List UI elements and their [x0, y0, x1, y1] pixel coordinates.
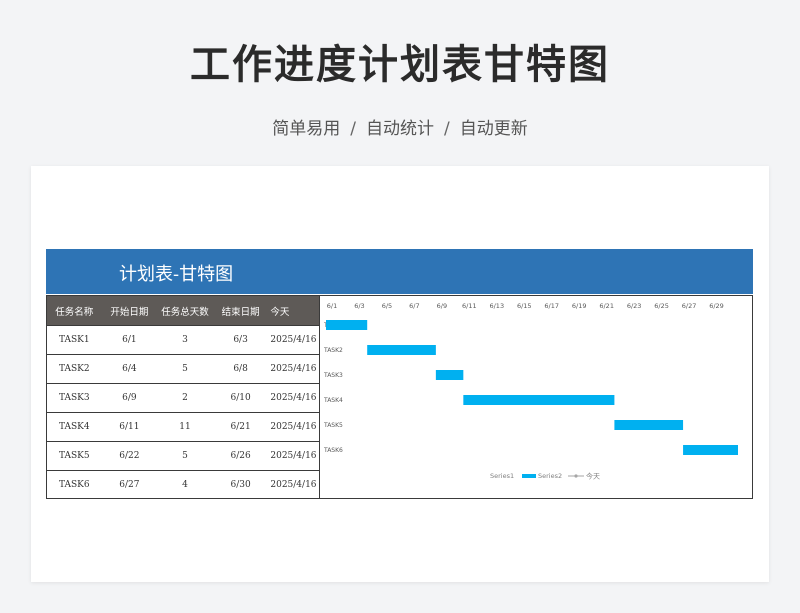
legend-label-series2: Series2 — [538, 472, 562, 480]
header-total-days: 任务总天数 — [161, 306, 209, 318]
cell-start-date: 6/4 — [122, 364, 137, 374]
y-category-label: TASK6 — [323, 447, 343, 454]
cell-task-name: TASK4 — [58, 422, 90, 432]
table-row: TASK4 6/11 11 6/21 2025/4/16 — [47, 412, 319, 441]
header-today: 今天 — [270, 306, 290, 318]
x-tick-label: 6/9 — [437, 302, 447, 310]
page-subtitle: 简单易用 / 自动统计 / 自动更新 — [0, 114, 800, 139]
header-task-name: 任务名称 — [55, 306, 94, 318]
legend-label-today: 今天 — [586, 472, 600, 481]
x-tick-label: 6/11 — [462, 302, 477, 310]
x-tick-label: 6/7 — [409, 302, 419, 310]
table-row: TASK3 6/9 2 6/10 2025/4/16 — [47, 383, 319, 412]
cell-total-days: 5 — [182, 364, 188, 374]
cell-task-name: TASK2 — [58, 364, 90, 374]
y-category-label: TASK3 — [323, 372, 343, 379]
cell-today: 2025/4/16 — [270, 335, 317, 345]
cell-end-date: 6/3 — [233, 335, 248, 345]
cell-total-days: 5 — [182, 451, 188, 461]
cell-end-date: 6/30 — [230, 480, 251, 490]
cell-start-date: 6/9 — [122, 393, 137, 403]
gantt-bar — [326, 320, 368, 330]
cell-end-date: 6/26 — [230, 451, 251, 461]
table-row: TASK2 6/4 5 6/8 2025/4/16 — [47, 354, 319, 383]
gantt-bar — [463, 395, 615, 405]
cell-end-date: 6/21 — [230, 422, 251, 432]
cell-end-date: 6/10 — [230, 393, 251, 403]
header-end-date: 结束日期 — [221, 306, 260, 318]
schedule-table: 任务名称 开始日期 任务总天数 结束日期 今天 TASK1 6/1 3 6/3 … — [46, 295, 320, 499]
subtitle-separator: / — [444, 119, 450, 139]
gantt-bar — [435, 370, 464, 380]
x-tick-label: 6/23 — [627, 302, 642, 310]
cell-task-name: TASK5 — [58, 451, 90, 461]
cell-end-date: 6/8 — [233, 364, 248, 374]
cell-total-days: 11 — [179, 422, 191, 432]
cell-total-days: 3 — [182, 335, 188, 345]
table-row: TASK1 6/1 3 6/3 2025/4/16 — [47, 325, 319, 354]
gantt-bar — [683, 445, 738, 455]
table-header-row: 任务名称 开始日期 任务总天数 结束日期 今天 — [47, 296, 319, 325]
cell-task-name: TASK3 — [58, 393, 90, 403]
cell-task-name: TASK1 — [58, 335, 90, 345]
x-tick-label: 6/15 — [517, 302, 532, 310]
cell-task-name: TASK6 — [58, 480, 90, 490]
legend-label-series1: Series1 — [490, 472, 514, 480]
cell-start-date: 6/1 — [122, 335, 137, 345]
sheet-header: 计划表-甘特图 — [46, 249, 753, 294]
gantt-bar — [614, 420, 684, 430]
y-category-label: TASK5 — [323, 422, 343, 429]
subtitle-item: 简单易用 — [272, 119, 341, 139]
subtitle-item: 自动统计 — [366, 119, 434, 139]
table-row: TASK6 6/27 4 6/30 2025/4/16 — [47, 470, 319, 499]
cell-today: 2025/4/16 — [270, 393, 317, 403]
page-title: 工作进度计划表甘特图 — [190, 42, 610, 88]
cell-start-date: 6/22 — [119, 451, 140, 461]
gantt-chart-svg: 6/1 6/3 6/5 6/7 6/9 6/11 6/13 6/15 6/17 6/19 6/21 6… — [323, 302, 738, 481]
cell-start-date: 6/27 — [119, 480, 140, 490]
cell-today: 2025/4/16 — [270, 451, 317, 461]
cell-total-days: 4 — [182, 480, 188, 490]
x-tick-label: 6/5 — [382, 302, 392, 310]
header-start-date: 开始日期 — [110, 306, 149, 318]
y-category-label: TASK2 — [323, 347, 343, 354]
sheet-title: 计划表-甘特图 — [119, 264, 234, 285]
x-tick-label: 6/19 — [572, 302, 587, 310]
x-tick-label: 6/1 — [327, 302, 337, 310]
cell-total-days: 2 — [182, 393, 188, 403]
legend-marker-today — [574, 474, 578, 478]
cell-today: 2025/4/16 — [270, 422, 317, 432]
y-category-label: TASK4 — [323, 397, 343, 404]
cell-today: 2025/4/16 — [270, 364, 317, 374]
subtitle-item: 自动更新 — [459, 119, 528, 139]
gantt-chart: 6/1 6/3 6/5 6/7 6/9 6/11 6/13 6/15 6/17 6/19 6/21 6… — [319, 295, 753, 499]
cell-today: 2025/4/16 — [270, 480, 317, 490]
x-tick-label: 6/27 — [682, 302, 697, 310]
legend-swatch-series2 — [522, 474, 536, 478]
subtitle-separator: / — [350, 119, 356, 139]
x-tick-label: 6/21 — [599, 302, 614, 310]
x-tick-label: 6/13 — [489, 302, 504, 310]
gantt-bar — [367, 345, 436, 355]
table-row: TASK5 6/22 5 6/26 2025/4/16 — [47, 441, 319, 470]
x-tick-label: 6/17 — [544, 302, 559, 310]
x-tick-label: 6/29 — [709, 302, 724, 310]
cell-start-date: 6/11 — [119, 422, 140, 432]
x-tick-label: 6/25 — [654, 302, 669, 310]
x-tick-label: 6/3 — [354, 302, 364, 310]
